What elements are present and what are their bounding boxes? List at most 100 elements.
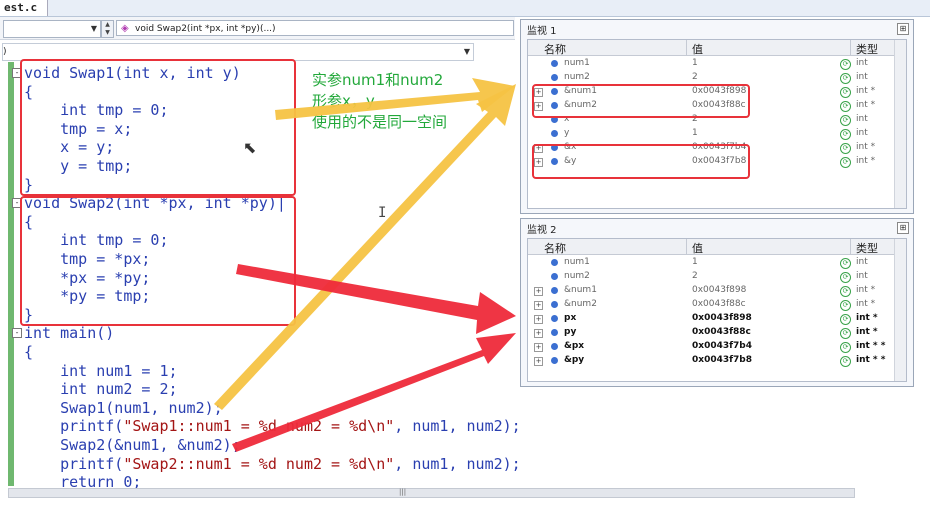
refresh-icon[interactable]: ⟳ [840,356,851,367]
watch-value[interactable]: 0x0043f7b4 [692,341,752,351]
expand-icon[interactable]: + [534,287,543,296]
expand-icon[interactable]: + [534,343,543,352]
watch-type: int * [856,285,876,295]
watch-value[interactable]: 1 [692,128,698,138]
watch-type: int [856,271,868,281]
refresh-icon[interactable]: ⟳ [840,342,851,353]
watch-value[interactable]: 0x0043f88c [692,327,751,337]
header-type[interactable]: 类型 [856,240,878,256]
watch-value[interactable]: 2 [692,72,698,82]
code-line[interactable]: { [24,343,33,361]
mouse-pointer-icon: ⬉ [243,138,257,157]
watch-name[interactable]: &py [564,355,584,365]
refresh-icon[interactable]: ⟳ [840,143,851,154]
refresh-icon[interactable]: ⟳ [840,87,851,98]
watch-name[interactable]: num2 [564,271,590,281]
code-line[interactable]: int main() [24,324,114,342]
watch-type: int [856,114,868,124]
watch-row[interactable]: + &num1 0x0043f898 ⟳ int * [528,284,906,298]
code-line[interactable]: printf("Swap2::num1 = %d num2 = %d\n", n… [24,455,521,473]
function-dropdown[interactable]: ◈ void Swap2(int *px, int *py)(...) [116,20,514,36]
spin-button[interactable]: ▲ ▼ [101,20,114,38]
refresh-icon[interactable]: ⟳ [840,286,851,297]
header-name[interactable]: 名称 [544,240,566,256]
scope-dropdown[interactable]: ▼ [3,20,101,38]
tab-label: est.c [4,1,38,14]
watch-type: int * [856,299,876,309]
header-name[interactable]: 名称 [544,41,566,57]
watch-name[interactable]: num1 [564,257,590,267]
watch-2-scrollbar[interactable] [894,239,906,381]
watch-window-2[interactable]: 监视 2 ⊞ 名称 值 类型 num1 1 ⟳ int num2 2 ⟳ int + &num1 0… [520,218,914,387]
watch-name[interactable]: &px [564,341,584,351]
watch-row[interactable]: + px 0x0043f898 ⟳ int * [528,312,906,326]
tab-test-c[interactable]: est.c [0,0,49,16]
watch-2-pin-button[interactable]: ⊞ [897,222,909,234]
watch-row[interactable]: y 1 ⟳ int [528,127,906,141]
refresh-icon[interactable]: ⟳ [840,59,851,70]
watch-value[interactable]: 1 [692,257,698,267]
header-value[interactable]: 值 [692,41,703,57]
refresh-icon[interactable]: ⟳ [840,300,851,311]
watch-value[interactable]: 0x0043f898 [692,285,746,295]
annotation-line-2: 形参x，y [312,92,375,110]
watch-row[interactable]: + &py 0x0043f7b8 ⟳ int * * [528,354,906,368]
watch-value[interactable]: 2 [692,271,698,281]
watch-name[interactable]: num2 [564,72,590,82]
variable-icon [551,259,558,266]
watch-name[interactable]: py [564,327,576,337]
watch-name[interactable]: px [564,313,576,323]
expand-icon[interactable]: + [534,329,543,338]
code-line[interactable]: printf("Swap1::num1 = %d num2 = %d\n", n… [24,417,521,435]
watch-1-addr-xy-highlight [532,144,750,179]
watch-value[interactable]: 0x0043f7b8 [692,355,752,365]
variable-icon [551,329,558,336]
watch-row[interactable]: num2 2 ⟳ int [528,71,906,85]
editor-horizontal-scrollbar[interactable]: ||| [8,488,855,498]
code-line[interactable]: Swap1(num1, num2); [24,399,223,417]
header-type[interactable]: 类型 [856,41,878,57]
watch-name[interactable]: y [564,128,569,138]
watch-name[interactable]: num1 [564,58,590,68]
annotation-line-1: 实参num1和num2 [312,71,444,89]
watch-value[interactable]: 1 [692,58,698,68]
watch-1-scrollbar[interactable] [894,40,906,208]
watch-2-grid[interactable]: 名称 值 类型 num1 1 ⟳ int num2 2 ⟳ int + &num1 0x0043f8… [527,238,907,382]
watch-value[interactable]: 0x0043f88c [692,299,746,309]
watch-type: int * [856,86,876,96]
header-value[interactable]: 值 [692,240,703,256]
watch-row[interactable]: num1 1 ⟳ int [528,57,906,71]
expand-icon[interactable]: + [534,301,543,310]
watch-1-pin-button[interactable]: ⊞ [897,23,909,35]
watch-name[interactable]: &num2 [564,299,597,309]
refresh-icon[interactable]: ⟳ [840,328,851,339]
refresh-icon[interactable]: ⟳ [840,157,851,168]
code-line[interactable]: int num1 = 1; [24,362,177,380]
fold-toggle-icon[interactable]: - [12,328,22,339]
refresh-icon[interactable]: ⟳ [840,115,851,126]
method-icon: ◈ [121,23,129,34]
watch-row[interactable]: + &px 0x0043f7b4 ⟳ int * * [528,340,906,354]
refresh-icon[interactable]: ⟳ [840,129,851,140]
watch-value[interactable]: 0x0043f898 [692,313,752,323]
refresh-icon[interactable]: ⟳ [840,258,851,269]
watch-row[interactable]: + &num2 0x0043f88c ⟳ int * [528,298,906,312]
watch-row[interactable]: num2 2 ⟳ int [528,270,906,284]
watch-row[interactable]: num1 1 ⟳ int [528,256,906,270]
watch-1-grid[interactable]: 名称 值 类型 num1 1 ⟳ int num2 2 ⟳ int + &num1 0x0043f8… [527,39,907,209]
code-line[interactable]: int num2 = 2; [24,380,177,398]
watch-name[interactable]: &num1 [564,285,597,295]
refresh-icon[interactable]: ⟳ [840,272,851,283]
refresh-icon[interactable]: ⟳ [840,101,851,112]
expand-icon[interactable]: + [534,357,543,366]
watch-row[interactable]: + py 0x0043f88c ⟳ int * [528,326,906,340]
variable-icon [551,130,558,137]
code-line[interactable]: Swap2(&num1, &num2); [24,436,241,454]
variable-icon [551,315,558,322]
expand-icon[interactable]: + [534,315,543,324]
member-dropdown-value: ) [3,47,7,57]
refresh-icon[interactable]: ⟳ [840,314,851,325]
watch-type: int * * [856,341,886,351]
watch-type: int [856,58,868,68]
refresh-icon[interactable]: ⟳ [840,73,851,84]
